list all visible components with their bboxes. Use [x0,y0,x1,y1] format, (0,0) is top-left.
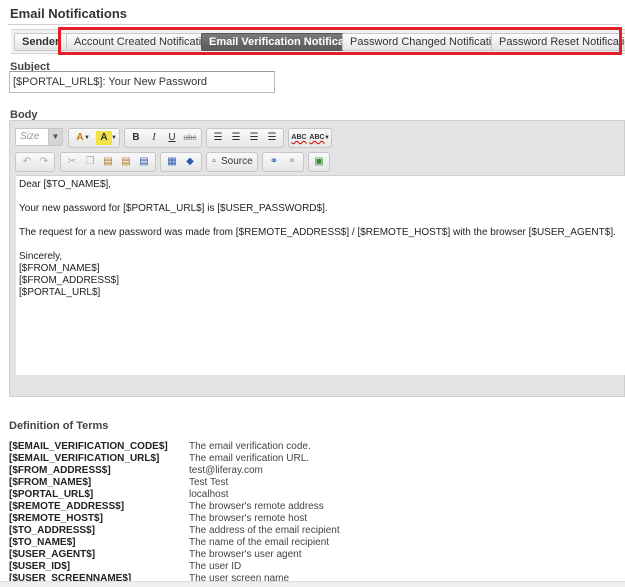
spell-group: ABC ABC ▼ [288,128,332,148]
cut-icon[interactable]: ✂ [64,155,80,169]
term-description: The browser's remote address [189,501,324,512]
term-description: The user ID [189,561,242,572]
term-description: test@liferay.com [189,465,263,476]
content-line: The request for a new password was made … [19,227,616,238]
bold-icon[interactable]: B [128,131,144,145]
term: [$FROM_NAME$] [9,477,92,488]
chevron-down-icon: ▼ [48,129,62,145]
term: [$REMOTE_ADDRESS$] [9,501,125,512]
chevron-down-icon: ▼ [324,135,330,141]
content-line: [$PORTAL_URL$] [19,287,101,298]
source-group: ▫ Source [206,152,258,172]
term-description: Test Test [189,477,229,488]
format-group: B I U abc [124,128,202,148]
section-title: Email Notifications [10,6,128,21]
term-description: The address of the email recipient [189,525,340,536]
term-description: The browser's remote host [189,513,308,524]
font-size-placeholder: Size [20,131,40,142]
content-line: [$FROM_ADDRESS$] [19,275,120,286]
paste-text-icon[interactable]: ▤ [118,155,134,169]
content-line: Your new password for [$PORTAL_URL$] is … [19,203,328,214]
copy-icon[interactable]: ❐ [82,155,98,169]
term: [$FROM_ADDRESS$] [9,465,111,476]
align-left-icon[interactable]: ☰ [210,131,226,145]
term: [$TO_NAME$] [9,537,76,548]
tabs-highlight-box [58,27,622,55]
term-description: localhost [189,489,229,500]
term: [$EMAIL_VERIFICATION_CODE$] [9,441,168,452]
history-group: ↶ ↷ [15,152,55,172]
redo-icon[interactable]: ↷ [36,155,52,169]
chevron-down-icon: ▼ [111,135,117,141]
source-button[interactable]: Source [221,155,253,169]
table-icon[interactable]: ▦ [164,155,180,169]
term-description: The name of the email recipient [189,537,330,548]
underline-icon[interactable]: U [164,131,180,145]
italic-icon[interactable]: I [146,131,162,145]
strikethrough-icon[interactable]: abc [182,131,198,145]
spellcheck-icon[interactable]: ABC [291,131,307,145]
align-right-icon[interactable]: ☰ [246,131,262,145]
subject-input[interactable] [9,71,275,93]
link-group: ⚭ ⚭ [262,152,304,172]
term-description: The email verification code. [189,441,311,452]
remove-format-icon[interactable]: ◆ [182,155,198,169]
link-icon[interactable]: ⚭ [266,155,282,169]
term: [$TO_ADDRESS$] [9,525,95,536]
content-line: [$FROM_NAME$] [19,263,100,274]
source-icon: ▫ [212,156,216,167]
font-size-select[interactable]: Size ▼ [15,128,63,146]
title-divider [8,24,620,25]
term: [$REMOTE_HOST$] [9,513,103,524]
align-group: ☰ ☰ ☰ ☰ [206,128,284,148]
term: [$USER_AGENT$] [9,549,96,560]
content-line: Sincerely, [19,251,63,262]
justify-icon[interactable]: ☰ [264,131,280,145]
content-line [19,215,623,227]
content-line [19,239,623,251]
color-group: A ▼ A ▼ [68,128,120,148]
unlink-icon[interactable]: ⚭ [284,155,300,169]
horizontal-scrollbar[interactable] [0,581,625,587]
definition-of-terms-title: Definition of Terms [9,420,109,432]
content-line [19,191,623,203]
term: [$PORTAL_URL$] [9,489,94,500]
content-line: Dear [$TO_NAME$], [19,179,112,190]
undo-icon[interactable]: ↶ [19,155,35,169]
paste-word-icon[interactable]: ▤ [136,155,152,169]
rich-text-editor: Size ▼ A ▼ A ▼ B I U abc ☰ ☰ ☰ ☰ ABC ABC… [9,120,625,397]
insert-group: ▦ ◆ [160,152,202,172]
align-center-icon[interactable]: ☰ [228,131,244,145]
image-icon[interactable]: ▣ [311,155,327,169]
paste-icon[interactable]: ▤ [100,155,116,169]
clipboard-group: ✂ ❐ ▤ ▤ ▤ [60,152,156,172]
term-description: The browser's user agent [189,549,302,560]
term: [$USER_ID$] [9,561,71,572]
image-group: ▣ [308,152,330,172]
term: [$EMAIL_VERIFICATION_URL$] [9,453,160,464]
editor-content-area[interactable]: Dear [$TO_NAME$], Your new password for … [16,175,625,375]
term-description: The email verification URL. [189,453,310,464]
chevron-down-icon: ▼ [84,135,90,141]
